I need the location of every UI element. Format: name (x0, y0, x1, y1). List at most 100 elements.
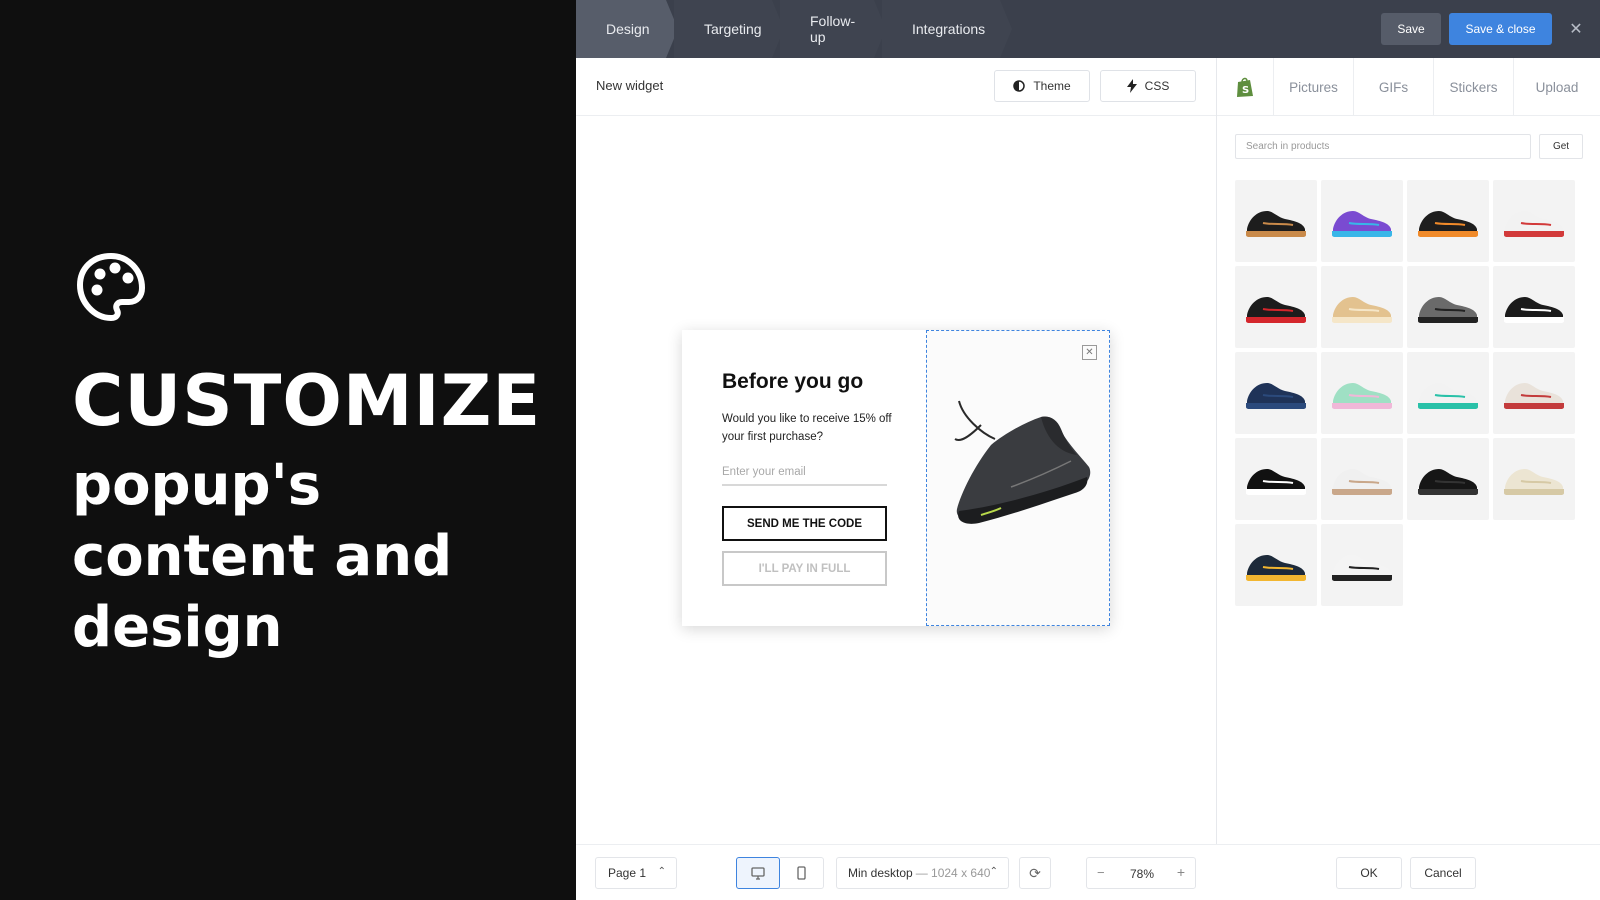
sneaker-icon (1332, 211, 1392, 237)
mobile-icon (797, 866, 806, 880)
shopify-tab[interactable]: S (1217, 58, 1274, 116)
product-thumbnail[interactable] (1321, 438, 1403, 520)
top-bar: Design Targeting Follow-up Integrations … (576, 0, 1600, 58)
sneaker-icon (1332, 469, 1392, 495)
sneaker-icon (1504, 297, 1564, 323)
product-thumbnail[interactable] (1235, 438, 1317, 520)
popup-preview[interactable]: Before you go Would you like to receive … (682, 330, 1110, 626)
css-button[interactable]: CSS (1100, 70, 1196, 102)
close-icon[interactable]: ✕ (1566, 19, 1586, 39)
tab-targeting[interactable]: Targeting (674, 0, 784, 58)
shoe-image (954, 400, 1091, 524)
product-thumbnail[interactable] (1493, 266, 1575, 348)
sneaker-icon (1246, 469, 1306, 495)
get-button[interactable]: Get (1539, 134, 1583, 159)
product-thumbnail[interactable] (1321, 180, 1403, 262)
product-thumbnail[interactable] (1493, 438, 1575, 520)
widget-title: New widget (596, 78, 664, 93)
theme-label: Theme (1033, 79, 1071, 93)
desktop-icon (751, 866, 765, 880)
product-thumbnail[interactable] (1235, 352, 1317, 434)
assets-tabs: S Pictures GIFs Stickers Upload (1217, 58, 1600, 116)
sneaker-icon (1246, 383, 1306, 409)
rotate-button[interactable]: ⟳ (1019, 857, 1051, 889)
sneaker-icon (1332, 555, 1392, 581)
product-thumbnail[interactable] (1235, 266, 1317, 348)
page-label: Page 1 (608, 866, 647, 880)
promo-headline: CUSTOMIZE (72, 360, 542, 442)
sneaker-icon (1418, 383, 1478, 409)
palette-icon (77, 253, 145, 321)
svg-text:S: S (1242, 85, 1249, 96)
cancel-button[interactable]: Cancel (1410, 857, 1476, 889)
popup-close-icon[interactable]: ✕ (1082, 345, 1097, 360)
editor-app: Design Targeting Follow-up Integrations … (576, 0, 1600, 900)
email-field[interactable]: Enter your email (722, 458, 887, 486)
screen-size-selector[interactable]: Min desktop — 1024 x 640 ⌃ (836, 857, 1009, 889)
tab-follow-up[interactable]: Follow-up (780, 0, 886, 58)
product-thumbnail[interactable] (1407, 438, 1489, 520)
tab-label: Design (606, 21, 650, 37)
pay-full-button[interactable]: I'LL PAY IN FULL (722, 551, 887, 586)
product-thumbnail[interactable] (1407, 180, 1489, 262)
send-code-button[interactable]: SEND ME THE CODE (722, 506, 887, 541)
product-thumbnail[interactable] (1407, 266, 1489, 348)
sneaker-icon (1246, 297, 1306, 323)
sneaker-icon (1246, 555, 1306, 581)
shopify-icon: S (1237, 77, 1253, 97)
canvas-header: New widget Theme CSS (576, 58, 1216, 116)
product-thumbnail[interactable] (1321, 524, 1403, 606)
product-thumbnail[interactable] (1235, 180, 1317, 262)
tab-label: Follow-up (810, 13, 856, 45)
bottom-bar: Page 1 ⌃ Min desktop — 1024 x 640 ⌃ ⟳ − … (576, 844, 1600, 900)
desktop-view-button[interactable] (736, 857, 780, 889)
sneaker-icon (1504, 469, 1564, 495)
theme-button[interactable]: Theme (994, 70, 1090, 102)
sneaker-icon (1332, 383, 1392, 409)
product-thumbnail[interactable] (1493, 352, 1575, 434)
tab-design[interactable]: Design (576, 0, 678, 58)
sneaker-icon (1418, 297, 1478, 323)
sneaker-icon (1418, 211, 1478, 237)
save-close-button[interactable]: Save & close (1449, 13, 1552, 45)
popup-title[interactable]: Before you go (722, 370, 863, 394)
popup-image-block[interactable]: ✕ (926, 330, 1110, 626)
tab-integrations[interactable]: Integrations (882, 0, 1012, 58)
product-thumbnail[interactable] (1321, 352, 1403, 434)
popup-content: Before you go Would you like to receive … (682, 330, 926, 626)
tab-pictures[interactable]: Pictures (1274, 58, 1354, 116)
zoom-control: − 78% + (1086, 857, 1196, 889)
ok-button[interactable]: OK (1336, 857, 1402, 889)
tab-stickers[interactable]: Stickers (1434, 58, 1514, 116)
sneaker-icon (1332, 297, 1392, 323)
refresh-icon: ⟳ (1029, 864, 1041, 881)
page-selector[interactable]: Page 1 ⌃ (595, 857, 677, 889)
tab-upload[interactable]: Upload (1514, 58, 1600, 116)
contrast-icon (1013, 80, 1026, 92)
size-dimensions: — 1024 x 640 (915, 866, 991, 880)
product-thumbnail[interactable] (1321, 266, 1403, 348)
product-thumbnail[interactable] (1235, 524, 1317, 606)
step-tabs: Design Targeting Follow-up Integrations (576, 0, 1008, 58)
popup-body[interactable]: Would you like to receive 15% off your f… (722, 410, 892, 446)
product-search-input[interactable]: Search in products (1235, 134, 1531, 159)
css-label: CSS (1144, 79, 1170, 93)
sneaker-icon (1418, 469, 1478, 495)
sneaker-icon (1504, 383, 1564, 409)
promo-panel: CUSTOMIZE popup's content and design (0, 0, 576, 900)
tab-label: Targeting (704, 21, 762, 37)
tab-label: Integrations (912, 21, 986, 37)
tab-gifs[interactable]: GIFs (1354, 58, 1434, 116)
promo-subline: popup's content and design (72, 453, 453, 660)
assets-panel: S Pictures GIFs Stickers Upload Search i… (1217, 58, 1600, 844)
lightning-icon (1126, 79, 1137, 93)
sneaker-icon (1246, 211, 1306, 237)
chevron-up-icon: ⌃ (989, 866, 998, 877)
product-thumbnail[interactable] (1407, 352, 1489, 434)
product-thumbnail[interactable] (1493, 180, 1575, 262)
sneaker-icon (1504, 211, 1564, 237)
mobile-view-button[interactable] (780, 857, 824, 889)
save-button[interactable]: Save (1381, 13, 1441, 45)
size-label: Min desktop (848, 866, 913, 880)
zoom-in-icon[interactable]: + (1177, 864, 1185, 880)
